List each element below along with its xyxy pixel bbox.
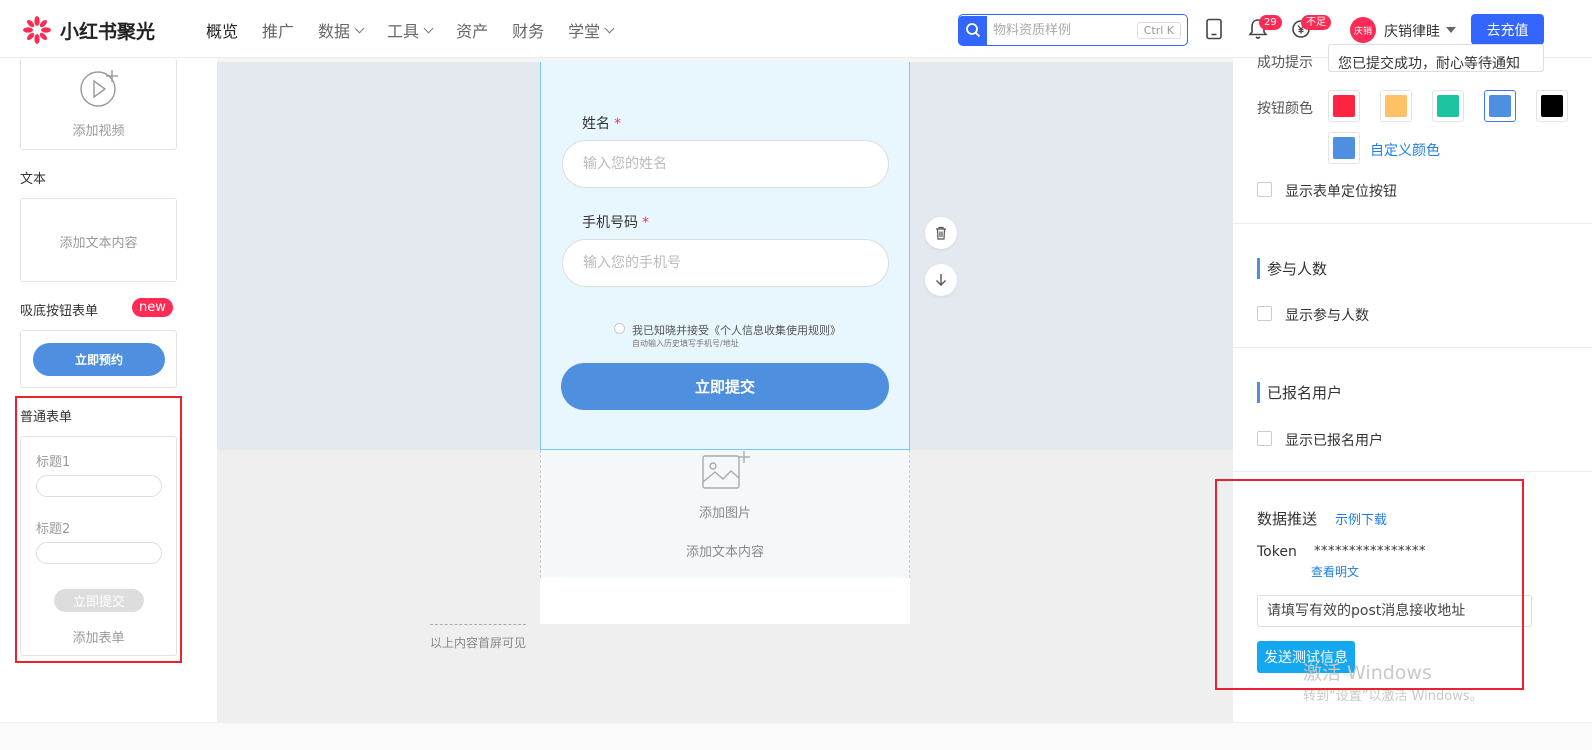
color-swatch-yellow[interactable]	[1380, 90, 1412, 122]
nav-item-data[interactable]: 数据	[318, 18, 365, 42]
consent-radio[interactable]	[614, 323, 625, 334]
sidebar-gap	[200, 58, 217, 750]
success-tip-label: 成功提示	[1257, 55, 1313, 71]
add-text-label: 添加文本内容	[59, 236, 138, 251]
swatch-fill	[1437, 95, 1459, 117]
add-text-content-label[interactable]: 添加文本内容	[541, 541, 909, 560]
show-registered-label: 显示已报名用户	[1285, 433, 1383, 449]
search-button[interactable]	[959, 15, 987, 45]
search-shortcut-hint: Ctrl K	[1136, 21, 1181, 39]
color-swatch-green[interactable]	[1432, 90, 1464, 122]
registered-section-title: 已报名用户	[1257, 382, 1342, 403]
chevron-down-icon	[423, 23, 434, 33]
nav-label: 学堂	[568, 22, 601, 41]
nav-item-overview[interactable]: 概览	[206, 18, 238, 42]
recharge-button[interactable]: 去充值	[1471, 14, 1544, 45]
main-nav: 概览 推广 数据 工具 资产 财务 学堂	[206, 18, 637, 42]
swatch-fill	[1333, 95, 1355, 117]
section-divider	[1233, 347, 1592, 348]
custom-color-link[interactable]: 自定义颜色	[1370, 140, 1440, 160]
swatch-fill	[1385, 95, 1407, 117]
nav-item-promotion[interactable]: 推广	[262, 18, 294, 42]
phone-preview-form[interactable]: 姓名* 手机号码* 我已知晓并接受《个人信息收集使用规则》 自动输入历史填写手机…	[540, 62, 910, 450]
fold-divider	[430, 624, 526, 625]
consent-subtext: 自动输入历史填写手机号/地址	[632, 339, 739, 348]
success-tip-input[interactable]: 您已提交成功，耐心等待通知	[1328, 44, 1544, 72]
text-section-label: 文本	[20, 172, 47, 187]
below-fold-content: 添加图片 添加文本内容	[540, 450, 910, 578]
sticky-form-label: 吸底按钮表单	[20, 304, 99, 319]
sticky-form-card[interactable]: 立即预约	[20, 330, 177, 388]
show-registered-checkbox[interactable]	[1257, 431, 1272, 446]
name-field-label: 姓名 *	[582, 113, 621, 133]
custom-color-swatch[interactable]	[1328, 132, 1360, 164]
global-search: Ctrl K	[958, 14, 1188, 46]
phone-preview-footer	[540, 578, 910, 624]
book-now-button-preview: 立即预约	[33, 343, 165, 376]
app-logo[interactable]: 小红书聚光	[22, 15, 155, 45]
avatar[interactable]: 庆销	[1350, 17, 1376, 43]
show-locate-button-checkbox[interactable]	[1257, 182, 1272, 197]
notification-badge: 29	[1259, 15, 1282, 30]
account-name[interactable]: 庆销律眭	[1384, 21, 1440, 41]
section-divider	[1233, 223, 1592, 224]
swatch-fill	[1541, 95, 1563, 117]
nav-item-academy[interactable]: 学堂	[568, 18, 615, 42]
color-swatch-red[interactable]	[1328, 90, 1360, 122]
move-down-button[interactable]	[925, 264, 957, 296]
app-name: 小红书聚光	[60, 20, 156, 43]
show-locate-button-label: 显示表单定位按钮	[1285, 184, 1397, 200]
add-text-card[interactable]: 添加文本内容	[20, 198, 177, 282]
nav-label: 推广	[262, 22, 295, 41]
add-video-card[interactable]: 添加视频	[20, 58, 177, 150]
phone-label-text: 手机号码	[582, 215, 638, 231]
fold-hint: 以上内容首屏可见	[430, 636, 527, 650]
arrow-down-icon	[936, 274, 946, 286]
search-icon	[966, 23, 981, 38]
nav-label: 概览	[206, 22, 239, 41]
participants-section-title: 参与人数	[1257, 258, 1327, 279]
video-add-icon	[80, 70, 118, 107]
consent-text: 我已知晓并接受《个人信息收集使用规则》	[632, 324, 841, 337]
show-participants-label: 显示参与人数	[1285, 308, 1369, 324]
nav-label: 财务	[512, 22, 545, 41]
add-image-label[interactable]: 添加图片	[541, 502, 909, 521]
window-bottom-strip	[0, 722, 1592, 750]
show-participants-checkbox[interactable]	[1257, 306, 1272, 321]
logo-burst-icon	[23, 16, 51, 44]
highlight-annotation-box	[1215, 479, 1524, 690]
color-swatch-blue-selected[interactable]	[1484, 90, 1516, 122]
tablet-icon[interactable]	[1205, 18, 1223, 40]
nav-label: 工具	[387, 22, 420, 41]
chevron-down-icon	[604, 23, 615, 33]
swatch-fill	[1333, 137, 1355, 159]
nav-item-assets[interactable]: 资产	[456, 18, 488, 42]
balance-low-badge: 不足	[1301, 15, 1331, 30]
required-mark: *	[614, 116, 621, 132]
chevron-down-icon	[354, 23, 365, 33]
trash-icon	[936, 226, 946, 240]
nav-item-finance[interactable]: 财务	[512, 18, 544, 42]
name-label-text: 姓名	[582, 116, 610, 132]
color-swatch-black[interactable]	[1536, 90, 1568, 122]
highlight-annotation-box	[15, 396, 182, 663]
search-input[interactable]	[987, 22, 1137, 38]
swatch-fill	[1489, 95, 1511, 117]
nav-item-tools[interactable]: 工具	[387, 18, 434, 42]
nav-label: 资产	[456, 22, 489, 41]
new-badge: new	[132, 298, 173, 317]
caret-down-icon[interactable]	[1446, 27, 1456, 33]
nav-label: 数据	[318, 22, 351, 41]
name-input[interactable]	[562, 140, 889, 188]
button-color-label: 按钮颜色	[1257, 101, 1313, 117]
delete-component-button[interactable]	[925, 217, 957, 249]
phone-field-label: 手机号码 *	[582, 212, 649, 232]
add-video-label: 添加视频	[72, 124, 125, 139]
image-add-icon[interactable]	[701, 450, 751, 492]
submit-button[interactable]: 立即提交	[561, 363, 889, 410]
required-mark: *	[642, 215, 649, 231]
phone-input[interactable]	[562, 239, 889, 287]
section-divider	[1233, 471, 1592, 472]
